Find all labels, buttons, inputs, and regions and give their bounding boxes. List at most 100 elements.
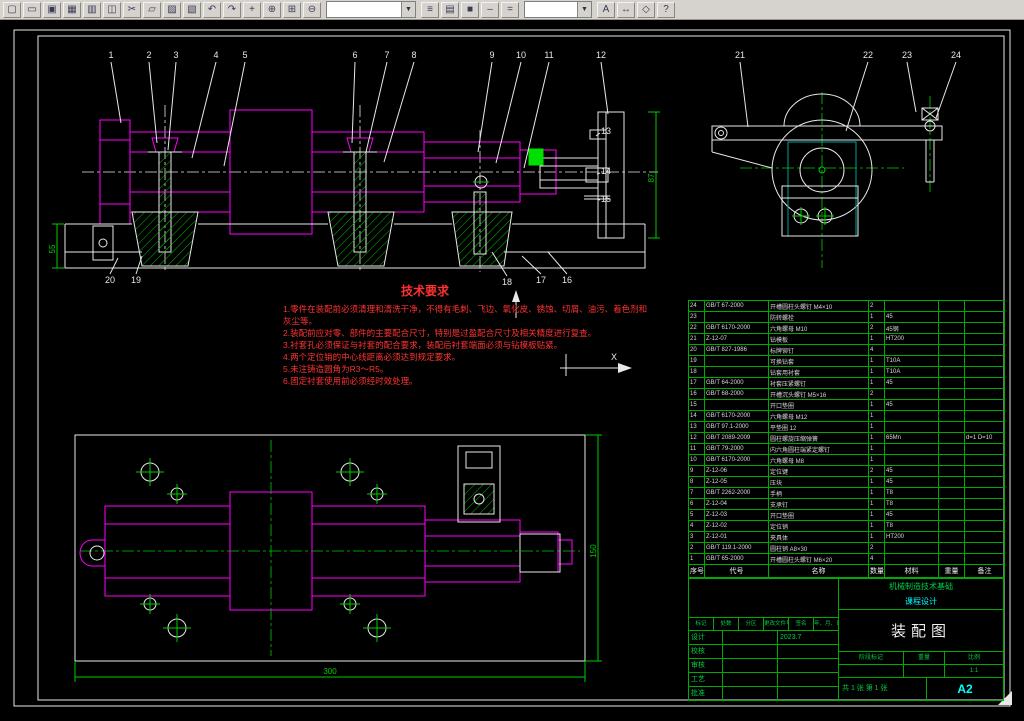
bom-row: 16 GB/T 68-2000 开槽沉头螺钉 M5×16 2 xyxy=(688,388,1005,400)
bom-qty: 2 xyxy=(868,300,885,312)
zoom-previous-icon[interactable]: ⊖ xyxy=(303,1,321,18)
bom-code xyxy=(704,366,769,378)
bom-no: 16 xyxy=(688,388,705,400)
bom-row: 11 GB/T 79-2000 内六角圆柱端紧定螺钉 1 xyxy=(688,443,1005,455)
bom-qty: 4 xyxy=(868,553,885,565)
bom-name: 夹具体 xyxy=(768,531,869,543)
technical-requirement-line: 3.衬套孔必须保证与衬套的配合要求，装配后衬套端面必须与钻模板贴紧。 xyxy=(283,340,563,350)
zoom-realtime-icon[interactable]: ⊕ xyxy=(263,1,281,18)
bom-code: Z-12-05 xyxy=(704,476,769,488)
bom-material xyxy=(884,443,939,455)
cut-icon[interactable]: ✂ xyxy=(123,1,141,18)
bom-weight xyxy=(938,432,965,444)
paste-icon[interactable]: ▨ xyxy=(163,1,181,18)
bom-no: 14 xyxy=(688,410,705,422)
bom-qty: 1 xyxy=(868,498,885,510)
bom-weight xyxy=(938,476,965,488)
layer-properties-icon[interactable]: ▤ xyxy=(441,1,459,18)
help-icon[interactable]: ? xyxy=(657,1,675,18)
bom-weight xyxy=(938,333,965,345)
technical-requirement-line: 4.两个定位销的中心线距离必须达到规定要求。 xyxy=(283,352,461,362)
linetype-icon[interactable]: – xyxy=(481,1,499,18)
copy-icon[interactable]: ▱ xyxy=(143,1,161,18)
bom-name: 衬套压紧螺钉 xyxy=(768,377,869,389)
plot-icon[interactable]: ▦ xyxy=(63,1,81,18)
bom-qty: 1 xyxy=(868,443,885,455)
bom-no: 1 xyxy=(688,553,705,565)
bom-no: 6 xyxy=(688,498,705,510)
color-combo[interactable]: ▼ xyxy=(524,1,592,18)
dim-label: 55 xyxy=(48,244,57,253)
bom-material xyxy=(884,553,939,565)
bom-material: HT200 xyxy=(884,531,939,543)
sheet-size: A2 xyxy=(957,682,973,696)
bom-row: 18 钻套用衬套 1 T10A xyxy=(688,366,1005,378)
bom-name: 钻模板 xyxy=(768,333,869,345)
dropdown-arrow-icon[interactable]: ▼ xyxy=(401,2,415,17)
bom-no: 15 xyxy=(688,399,705,411)
bom-note: d=1 D=10 xyxy=(964,432,1005,444)
bom-no: 10 xyxy=(688,454,705,466)
bom-code: Z-12-01 xyxy=(704,531,769,543)
bom-row: 20 GB/T 827-1986 标牌铆钉 4 xyxy=(688,344,1005,356)
redo-icon[interactable]: ↷ xyxy=(223,1,241,18)
pan-icon[interactable]: + xyxy=(243,1,261,18)
bom-material xyxy=(884,542,939,554)
undo-icon[interactable]: ↶ xyxy=(203,1,221,18)
bom-row: 12 GB/T 2089-2009 圆柱螺旋压缩弹簧 1 65Mn d=1 D=… xyxy=(688,432,1005,444)
bom-note xyxy=(964,333,1005,345)
bom-code: Z-12-02 xyxy=(704,520,769,532)
bom-qty: 1 xyxy=(868,311,885,323)
save-icon[interactable]: ▣ xyxy=(43,1,61,18)
bom-row: 7 GB/T 2262-2000 手柄 1 T8 xyxy=(688,487,1005,499)
bom-name: 六角螺母 M8 xyxy=(768,454,869,466)
bom-qty: 1 xyxy=(868,432,885,444)
bom-material: 45 xyxy=(884,465,939,477)
layer-combo[interactable]: ▼ xyxy=(326,1,416,18)
publish-icon[interactable]: ◫ xyxy=(103,1,121,18)
bom-qty: 1 xyxy=(868,476,885,488)
bom-no: 12 xyxy=(688,432,705,444)
technical-requirements: 技术要求 1.零件在装配前必须清理和清洗干净，不得有毛刺、飞边、氧化皮、锈蚀、切… xyxy=(283,282,651,387)
bom-name: 可换钻套 xyxy=(768,355,869,367)
scale-value: 1:1 xyxy=(969,668,979,674)
plot-preview-icon[interactable]: ▥ xyxy=(83,1,101,18)
bom-code: Z-12-06 xyxy=(704,465,769,477)
bom-code: GB/T 68-2000 xyxy=(704,388,769,400)
new-icon[interactable]: ▢ xyxy=(3,1,21,18)
bom-no: 8 xyxy=(688,476,705,488)
bom-note xyxy=(964,366,1005,378)
bom-name: 标牌铆钉 xyxy=(768,344,869,356)
dim-label: 150 xyxy=(589,544,598,558)
bom-qty: 1 xyxy=(868,366,885,378)
color-control-icon[interactable]: ■ xyxy=(461,1,479,18)
bom-row: 8 Z-12-05 压块 1 45 xyxy=(688,476,1005,488)
bom-qty: 2 xyxy=(868,388,885,400)
bom-note xyxy=(964,399,1005,411)
bom-name: 开槽圆柱头螺钉 M6×20 xyxy=(768,553,869,565)
bom-name: 开槽圆柱头螺钉 M4×10 xyxy=(768,300,869,312)
callout-label: 8 xyxy=(411,50,416,60)
lineweight-icon[interactable]: = xyxy=(501,1,519,18)
dropdown-arrow-icon[interactable]: ▼ xyxy=(577,2,591,17)
zoom-window-icon[interactable]: ⊞ xyxy=(283,1,301,18)
bom-note xyxy=(964,300,1005,312)
bom-code xyxy=(704,399,769,411)
bom-material xyxy=(884,344,939,356)
bom-no: 23 xyxy=(688,311,705,323)
text-icon[interactable]: A xyxy=(597,1,615,18)
match-properties-icon[interactable]: ▧ xyxy=(183,1,201,18)
bom-weight xyxy=(938,355,965,367)
bom-material: T8 xyxy=(884,520,939,532)
bom-weight xyxy=(938,377,965,389)
bom-no: 4 xyxy=(688,520,705,532)
bom-code: Z-12-07 xyxy=(704,333,769,345)
bom-note xyxy=(964,421,1005,433)
bom-material xyxy=(884,388,939,400)
osnap-icon[interactable]: ◇ xyxy=(637,1,655,18)
open-icon[interactable]: ▭ xyxy=(23,1,41,18)
bom-weight xyxy=(938,344,965,356)
layers-icon[interactable]: ≡ xyxy=(421,1,439,18)
bom-name: 圆柱销 A8×30 xyxy=(768,542,869,554)
dimension-icon[interactable]: ↔ xyxy=(617,1,635,18)
